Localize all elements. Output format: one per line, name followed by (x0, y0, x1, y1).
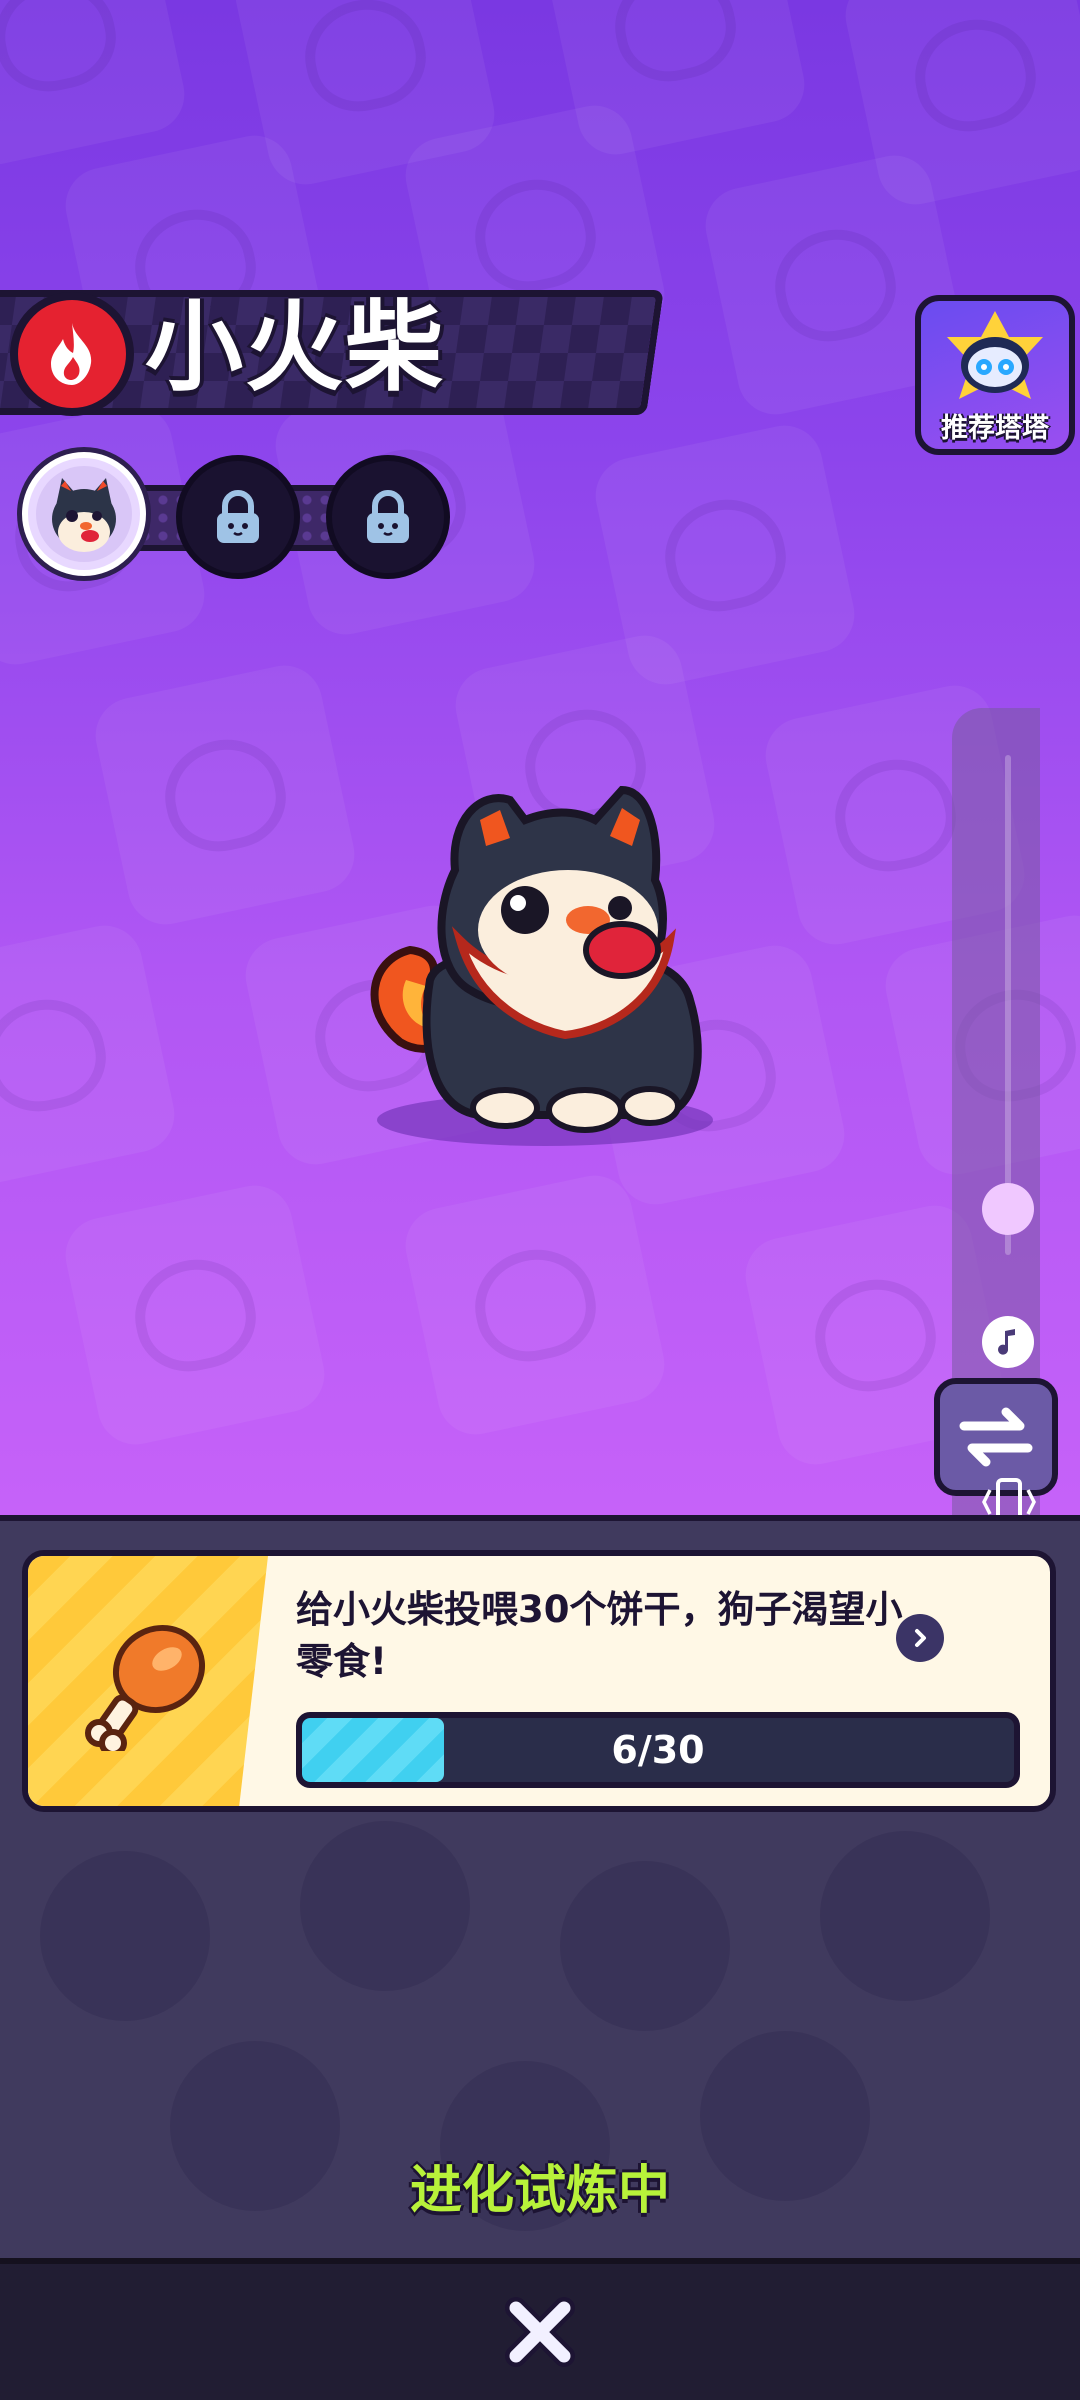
evolution-stage-1[interactable] (22, 452, 146, 576)
close-button[interactable] (496, 2288, 584, 2376)
pet-stage (0, 0, 1080, 1520)
bg-tile (398, 1168, 672, 1442)
music-note-icon[interactable] (982, 1316, 1034, 1368)
bg-tile (0, 918, 182, 1192)
quest-progress-label: 6/30 (611, 1728, 705, 1772)
chevron-right-icon[interactable] (896, 1614, 944, 1662)
quest-description: 给小火柴投喂30个饼干，狗子渴望小零食! (296, 1588, 903, 1683)
quest-card[interactable]: 给小火柴投喂30个饼干，狗子渴望小零食! 6/30 (22, 1550, 1056, 1812)
quest-progress-bar: 6/30 (296, 1712, 1020, 1788)
fire-icon (10, 292, 134, 416)
close-icon (505, 2297, 575, 2367)
recommend-button[interactable]: 推荐塔塔 (915, 295, 1075, 455)
lock-icon (367, 490, 409, 543)
evolution-status: 进化试炼中 (409, 2161, 670, 2221)
quest-art (28, 1556, 268, 1806)
drumstick-icon (85, 1624, 206, 1751)
lock-icon (217, 490, 259, 543)
pet-avatar-icon (36, 466, 132, 562)
evolution-stage-2[interactable] (176, 455, 300, 579)
bg-tile (0, 0, 192, 172)
pet-character[interactable] (360, 780, 740, 1150)
slider-knob[interactable] (982, 1183, 1034, 1235)
evolution-stage-3[interactable] (326, 455, 450, 579)
bg-tile (58, 1178, 332, 1452)
bg-tile (88, 658, 362, 932)
volume-slider-track[interactable] (1005, 755, 1011, 1255)
page-title: 小火柴 (145, 291, 446, 405)
robot-icon (947, 311, 1043, 399)
